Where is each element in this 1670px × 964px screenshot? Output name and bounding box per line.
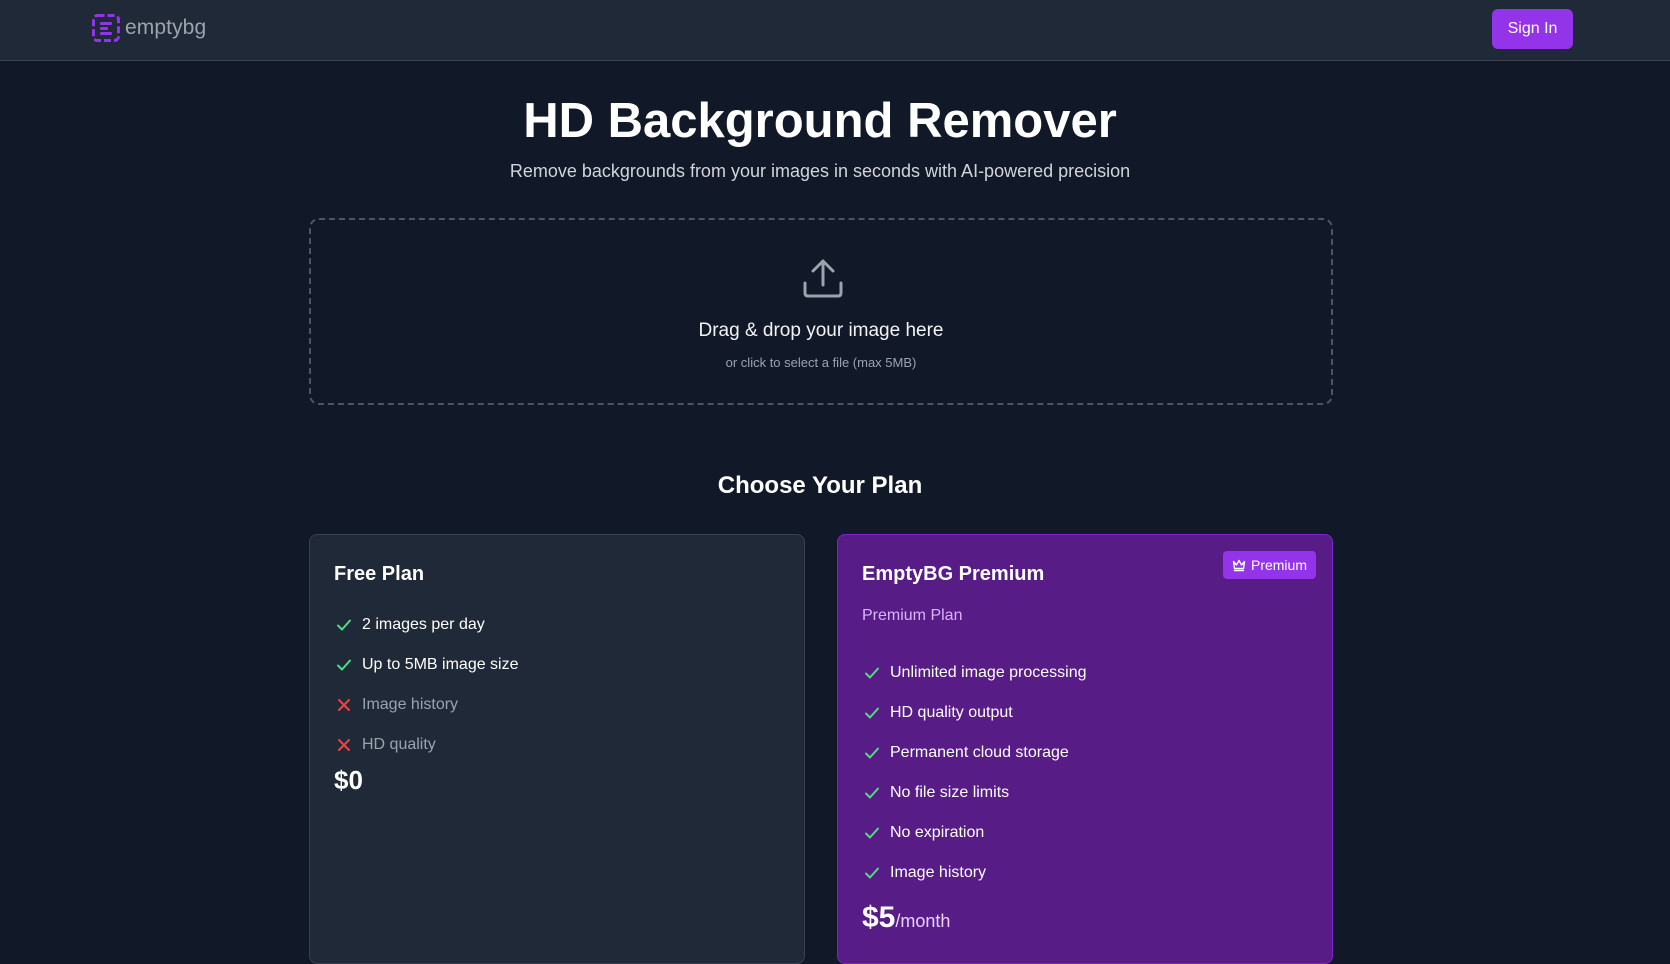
plan-subtitle: Premium Plan bbox=[862, 607, 963, 624]
feature-label: Permanent cloud storage bbox=[890, 744, 1069, 761]
sign-in-button[interactable]: Sign In bbox=[1492, 9, 1573, 49]
feature-list: Unlimited image processing HD quality ou… bbox=[862, 653, 1087, 893]
list-item: No file size limits bbox=[862, 773, 1087, 813]
dropzone-title: Drag & drop your image here bbox=[698, 320, 944, 341]
premium-badge: Premium bbox=[1222, 551, 1316, 579]
page-title: HD Background Remover bbox=[523, 94, 1117, 148]
brand-link[interactable]: emptybg bbox=[91, 13, 206, 43]
plan-title: Free Plan bbox=[334, 563, 425, 585]
badge-label: Premium bbox=[1250, 557, 1307, 573]
cross-icon bbox=[338, 739, 350, 751]
check-icon bbox=[337, 619, 351, 631]
plans-heading: Choose Your Plan bbox=[717, 472, 923, 499]
plan-price: $0 bbox=[334, 765, 363, 795]
list-item: HD quality output bbox=[862, 693, 1087, 733]
list-item: 2 images per day bbox=[334, 605, 519, 645]
upload-icon bbox=[803, 259, 843, 298]
crown-icon bbox=[1232, 559, 1246, 572]
price-period: /month bbox=[895, 911, 951, 931]
list-item: Up to 5MB image size bbox=[334, 645, 519, 685]
logo-icon bbox=[92, 14, 120, 42]
list-item: Image history bbox=[862, 853, 1087, 893]
brand-name: emptybg bbox=[125, 16, 207, 39]
image-dropzone[interactable]: Drag & drop your image here or click to … bbox=[309, 218, 1333, 405]
page-subtitle: Remove backgrounds from your images in s… bbox=[509, 161, 1131, 181]
price-amount: $5 bbox=[862, 901, 896, 934]
top-nav-bar: emptybg Sign In bbox=[0, 0, 1670, 61]
check-icon bbox=[337, 659, 351, 671]
feature-label: No file size limits bbox=[890, 784, 1010, 801]
cross-icon bbox=[338, 699, 350, 711]
check-icon bbox=[865, 667, 879, 679]
plan-title: EmptyBG Premium bbox=[862, 563, 1045, 585]
check-icon bbox=[865, 827, 879, 839]
feature-label: Image history bbox=[362, 696, 459, 713]
premium-plan-card[interactable]: Premium EmptyBG Premium Premium Plan Unl… bbox=[837, 534, 1333, 964]
dropzone-hint: or click to select a file (max 5MB) bbox=[725, 355, 917, 370]
list-item: Unlimited image processing bbox=[862, 653, 1087, 693]
check-icon bbox=[865, 747, 879, 759]
free-plan-card[interactable]: Free Plan 2 images per day Up to 5MB ima… bbox=[309, 534, 805, 964]
feature-label: 2 images per day bbox=[362, 616, 485, 633]
check-icon bbox=[865, 867, 879, 879]
list-item: No expiration bbox=[862, 813, 1087, 853]
feature-label: No expiration bbox=[890, 824, 985, 841]
list-item: HD quality bbox=[334, 725, 519, 765]
feature-label: Unlimited image processing bbox=[890, 664, 1087, 681]
list-item: Image history bbox=[334, 685, 519, 725]
feature-label: HD quality output bbox=[890, 704, 1013, 721]
feature-list: 2 images per day Up to 5MB image size Im… bbox=[334, 605, 519, 765]
check-icon bbox=[865, 787, 879, 799]
feature-label: HD quality bbox=[362, 736, 436, 753]
feature-label: Image history bbox=[890, 864, 987, 881]
check-icon bbox=[865, 707, 879, 719]
feature-label: Up to 5MB image size bbox=[362, 656, 519, 673]
plan-price: $5/month bbox=[862, 901, 950, 935]
list-item: Permanent cloud storage bbox=[862, 733, 1087, 773]
